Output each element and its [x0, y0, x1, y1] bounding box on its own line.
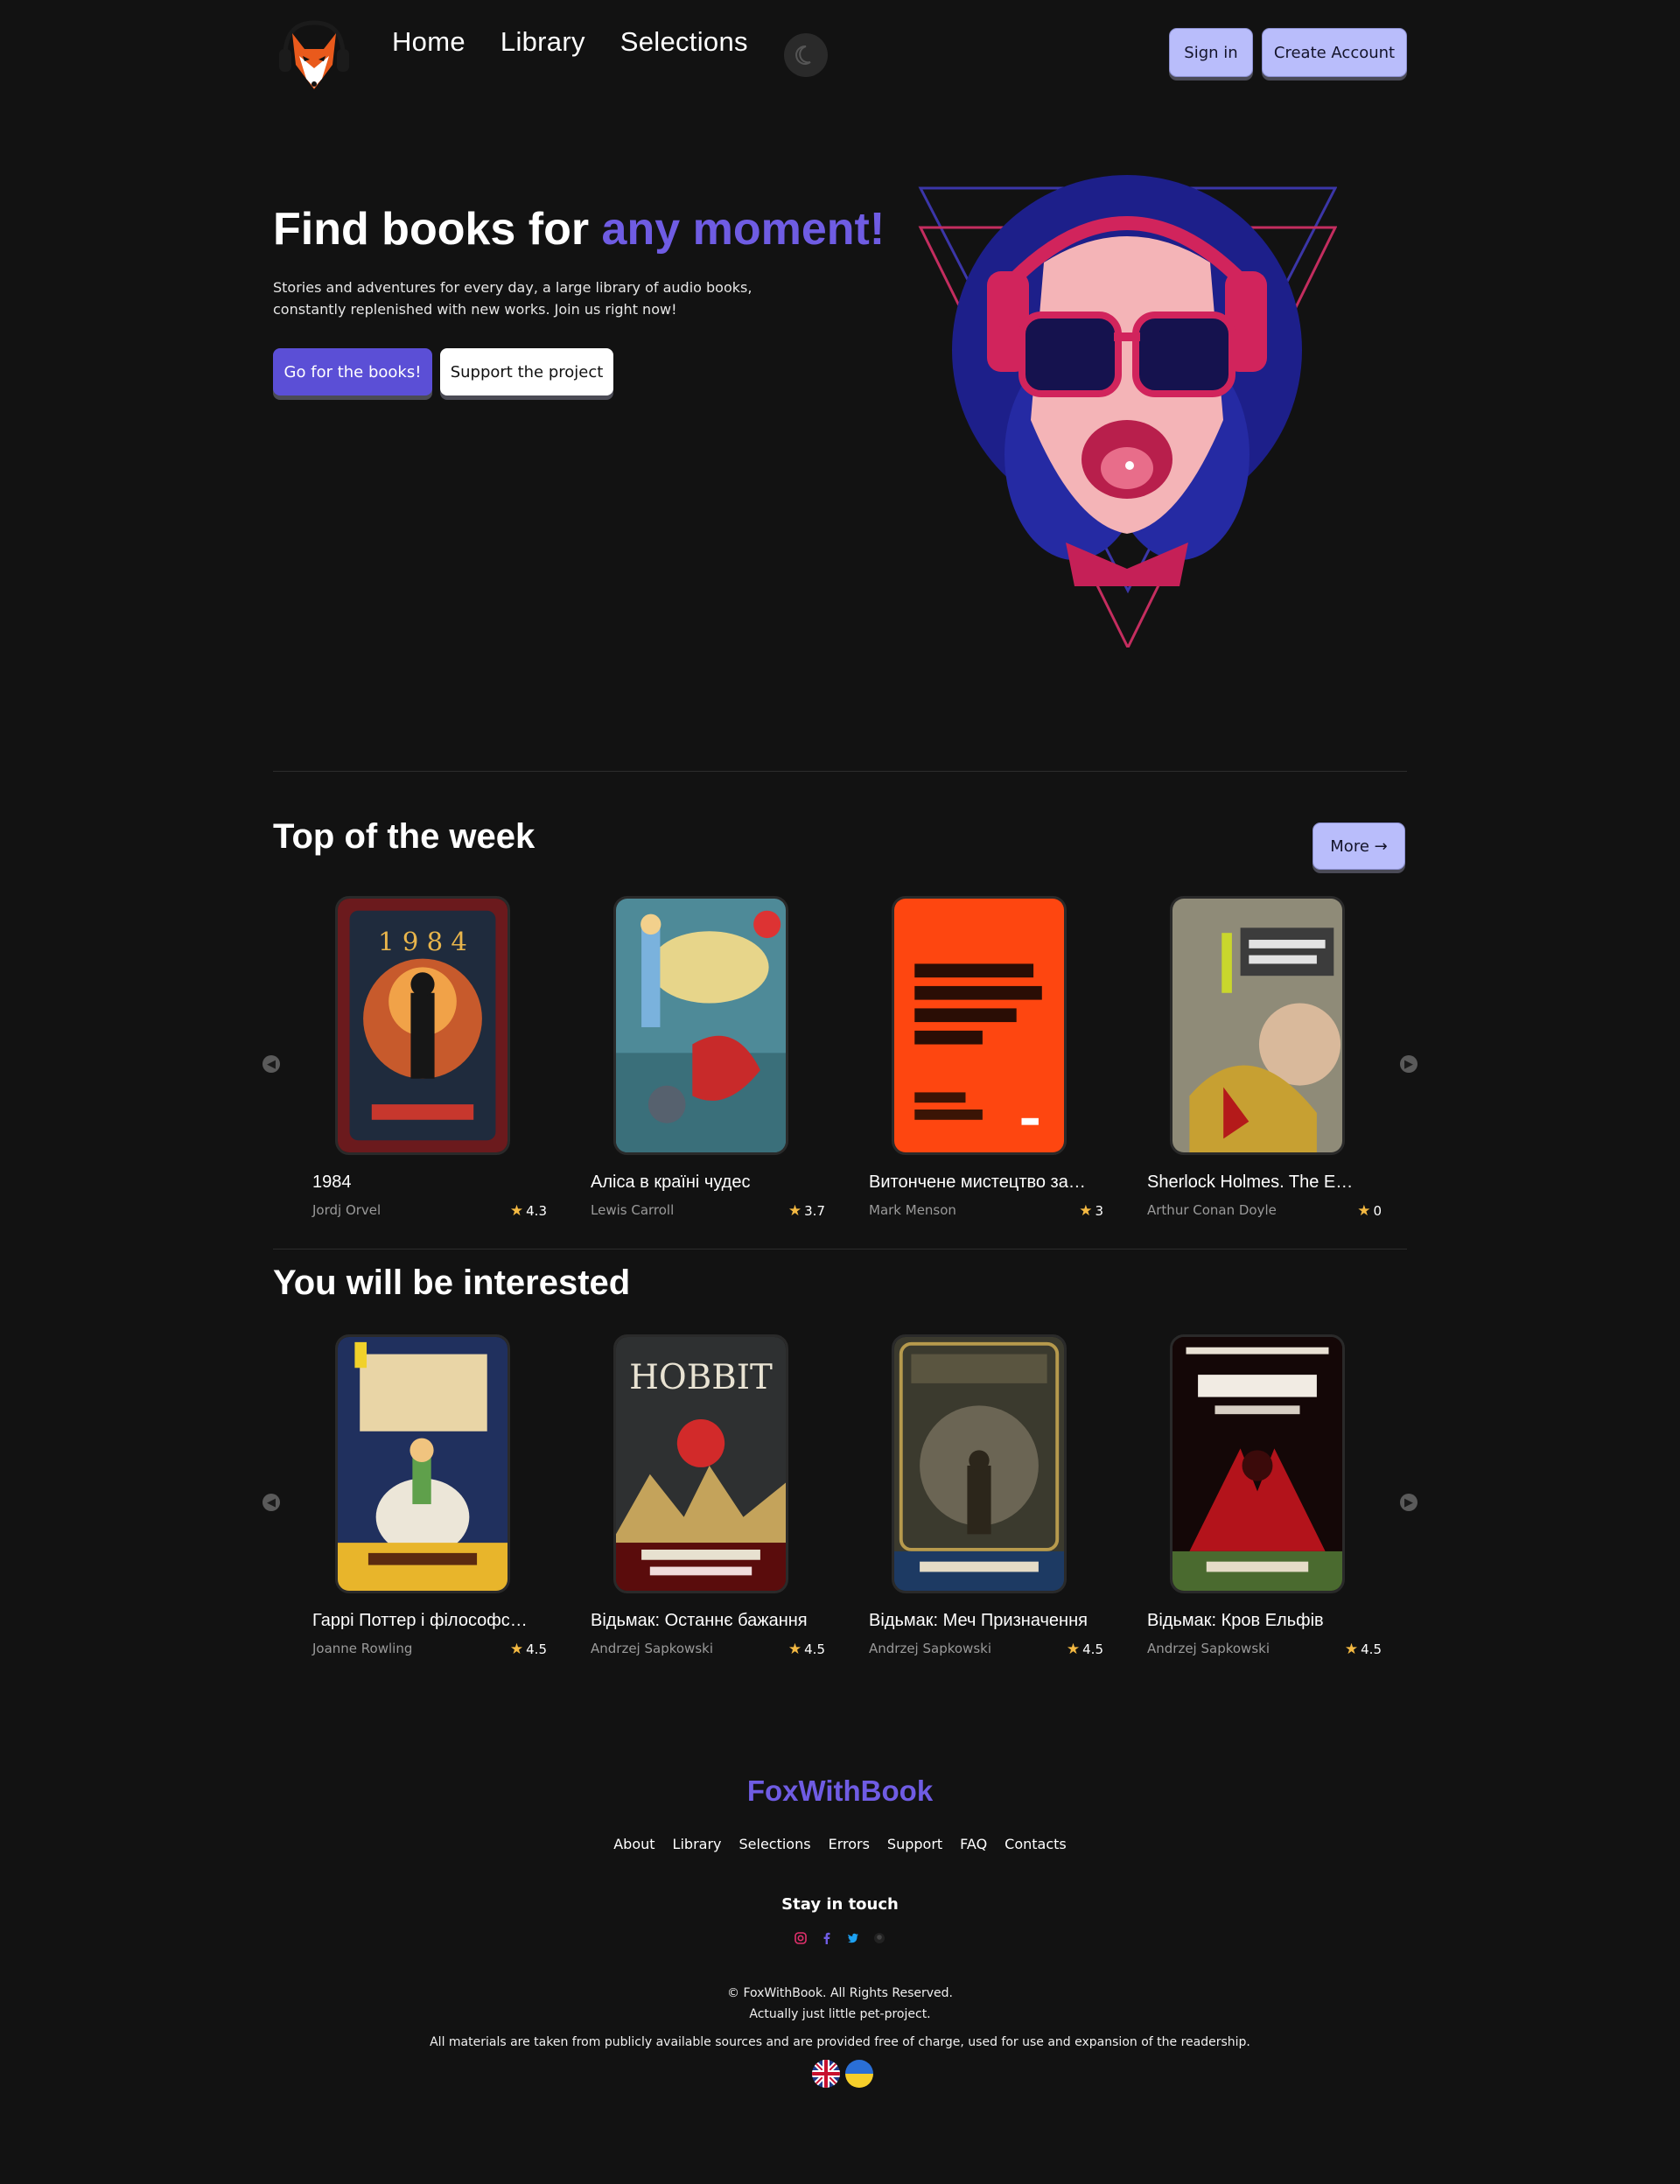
star-icon: ★ [509, 1641, 524, 1658]
book-author: Joanne Rowling [312, 1641, 413, 1656]
book-author: Arthur Conan Doyle [1147, 1202, 1277, 1218]
top-week-prev-arrow[interactable]: ◀ [262, 1055, 280, 1073]
nav-selections[interactable]: Selections [620, 26, 748, 58]
book-cover-blood-of-elves[interactable] [1170, 1334, 1345, 1593]
book-title[interactable]: Відьмак: Кров Ельфів [1147, 1611, 1366, 1631]
nav-home[interactable]: Home [392, 26, 466, 58]
book-title[interactable]: Аліса в країні чудес [591, 1172, 809, 1193]
footer-link-support[interactable]: Support [887, 1836, 942, 1852]
book-author: Andrzej Sapkowski [591, 1641, 713, 1656]
rating-value: 4.5 [1361, 1642, 1382, 1657]
book-title[interactable]: Відьмак: Меч Призначення [869, 1611, 1088, 1631]
footer-link-errors[interactable]: Errors [829, 1836, 870, 1852]
interested-title: You will be interested [273, 1264, 631, 1302]
book-author: Lewis Carroll [591, 1202, 675, 1218]
github-icon[interactable] [873, 1932, 886, 1944]
divider [273, 771, 1407, 772]
top-week-title: Top of the week [273, 817, 536, 856]
rating-value: 4.3 [526, 1203, 547, 1219]
book-title[interactable]: Витончене мистецтво забивати на все [869, 1172, 1088, 1193]
support-project-button[interactable]: Support the project [440, 348, 613, 396]
book-title[interactable]: Sherlock Holmes. The Emerald Crown [1147, 1172, 1366, 1193]
footer-link-selections[interactable]: Selections [739, 1836, 811, 1852]
book-cover-alice[interactable] [613, 896, 788, 1155]
star-icon: ★ [1357, 1202, 1371, 1220]
moon-icon [795, 45, 811, 65]
rating-value: 0 [1373, 1203, 1382, 1219]
book-cover-sherlock[interactable] [1170, 896, 1345, 1155]
book-cover-last-wish[interactable]: HOBBIT [613, 1334, 788, 1593]
svg-text:HOBBIT: HOBBIT [629, 1358, 773, 1397]
footer-link-library[interactable]: Library [673, 1836, 722, 1852]
signin-button[interactable]: Sign in [1169, 28, 1253, 77]
twitter-icon[interactable] [847, 1932, 859, 1944]
rating-value: 4.5 [526, 1642, 547, 1657]
interested-prev-arrow[interactable]: ◀ [262, 1494, 280, 1511]
pet-project-text: Actually just little pet-project. [749, 2007, 931, 2021]
book-rating: ★ 4.5 [788, 1641, 825, 1658]
language-switcher [812, 2060, 873, 2088]
hero-illustration [917, 158, 1338, 651]
footer-link-faq[interactable]: FAQ [960, 1836, 987, 1852]
hero-title-main: Find books for [273, 204, 590, 255]
main-nav: Home Library Selections [392, 26, 748, 58]
book-cover-sword-of-destiny[interactable] [892, 1334, 1067, 1593]
rating-value: 3 [1095, 1203, 1103, 1219]
book-author: Andrzej Sapkowski [1147, 1641, 1270, 1656]
top-week-next-arrow[interactable]: ▶ [1400, 1055, 1418, 1073]
facebook-icon[interactable] [821, 1932, 833, 1944]
divider [273, 1249, 1407, 1250]
book-title[interactable]: Гаррі Поттер і філософський камінь [312, 1611, 531, 1631]
book-cover-subtle-art[interactable] [892, 896, 1067, 1155]
book-cover-1984[interactable]: 1 9 8 4 [335, 896, 510, 1155]
book-author: Jordj Orvel [312, 1202, 382, 1218]
hero-description: Stories and adventures for every day, a … [273, 279, 752, 318]
stay-in-touch-heading: Stay in touch [781, 1895, 899, 1914]
star-icon: ★ [1066, 1641, 1081, 1658]
disclaimer-text: All materials are taken from publicly av… [430, 2035, 1250, 2049]
footer-brand[interactable]: FoxWithBook [0, 1774, 1680, 1808]
footer-link-contacts[interactable]: Contacts [1004, 1836, 1067, 1852]
book-title[interactable]: 1984 [312, 1172, 531, 1193]
more-button[interactable]: More → [1312, 822, 1405, 870]
go-for-books-button[interactable]: Go for the books! [273, 348, 432, 396]
hero-title-accent: any moment! [601, 204, 886, 255]
nav-library[interactable]: Library [500, 26, 585, 58]
star-icon: ★ [1079, 1202, 1093, 1220]
book-author: Andrzej Sapkowski [869, 1641, 991, 1656]
ukraine-flag-icon[interactable] [845, 2060, 873, 2088]
copyright-text: © FoxWithBook. All Rights Reserved. [727, 1986, 953, 2000]
footer-link-about[interactable]: About [613, 1836, 654, 1852]
hero-title: Find books for any moment! [273, 203, 885, 256]
book-rating: ★ 0 [1357, 1202, 1382, 1220]
book-author: Mark Menson [869, 1202, 956, 1218]
book-rating: ★ 3.7 [788, 1202, 825, 1220]
book-rating: ★ 4.3 [510, 1202, 547, 1220]
star-icon: ★ [1344, 1641, 1359, 1658]
theme-toggle[interactable] [784, 33, 828, 77]
social-links [0, 1932, 1680, 1944]
rating-value: 3.7 [804, 1203, 825, 1219]
fox-logo[interactable] [276, 14, 352, 98]
book-rating: ★ 4.5 [510, 1641, 547, 1658]
book-rating: ★ 4.5 [1067, 1641, 1103, 1658]
book-cover-harry-potter[interactable] [335, 1334, 510, 1593]
footer-links: About Library Selections Errors Support … [0, 1836, 1680, 1852]
page: Home Library Selections Sign in Create A… [0, 0, 1680, 2184]
star-icon: ★ [788, 1641, 802, 1658]
svg-text:1 9 8 4: 1 9 8 4 [378, 927, 467, 956]
star-icon: ★ [788, 1202, 802, 1220]
create-account-button[interactable]: Create Account [1262, 28, 1407, 77]
book-rating: ★ 3 [1079, 1202, 1103, 1220]
uk-flag-icon[interactable] [812, 2060, 840, 2088]
book-title[interactable]: Відьмак: Останнє бажання [591, 1611, 809, 1631]
instagram-icon[interactable] [794, 1932, 807, 1944]
interested-next-arrow[interactable]: ▶ [1400, 1494, 1418, 1511]
star-icon: ★ [509, 1202, 524, 1220]
rating-value: 4.5 [1082, 1642, 1103, 1657]
rating-value: 4.5 [804, 1642, 825, 1657]
book-rating: ★ 4.5 [1345, 1641, 1382, 1658]
